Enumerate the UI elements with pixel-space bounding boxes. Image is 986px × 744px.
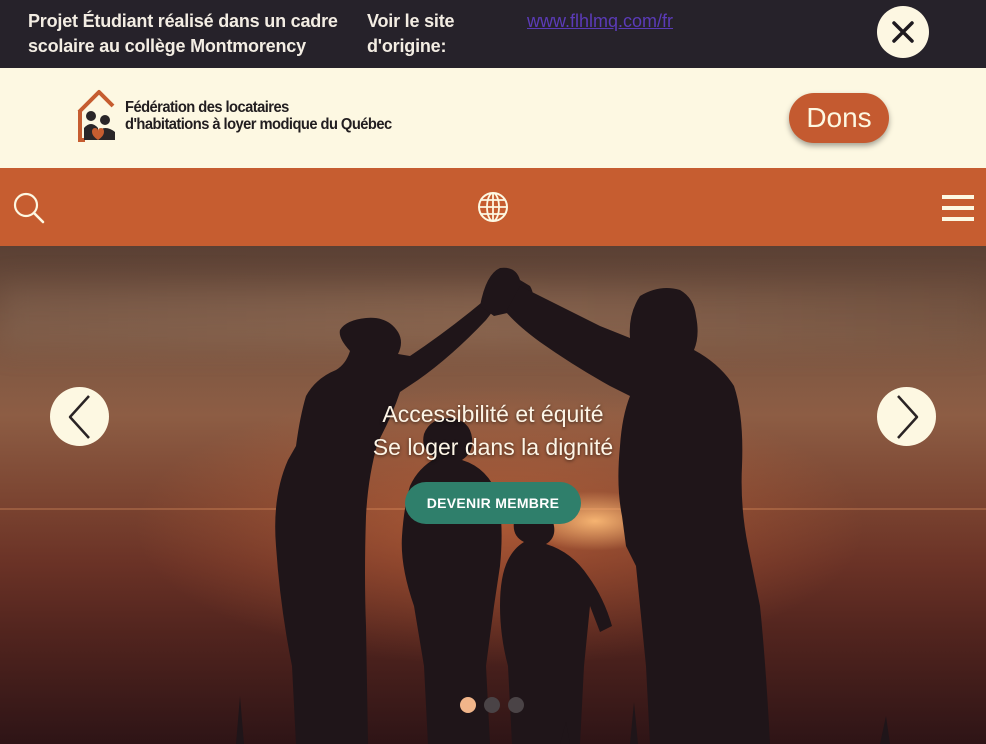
hero-title-line-2: Se loger dans la dignité — [372, 434, 614, 460]
donate-button[interactable]: Dons — [789, 93, 889, 143]
hero-title-line-1: Accessibilité et équité — [382, 401, 604, 427]
carousel-dots — [460, 697, 524, 713]
site-header: Fédération des locataires d'habitations … — [0, 68, 986, 168]
notice-bar: Projet Étudiant réalisé dans un cadre sc… — [0, 0, 986, 68]
logo-line-1: Fédération des locataires — [125, 99, 289, 116]
close-notice-button[interactable] — [877, 6, 929, 58]
hero-carousel: Accessibilité et équité Se loger dans la… — [0, 246, 986, 744]
hero-heading: Accessibilité et équité Se loger dans la… — [293, 398, 693, 464]
notice-text: Projet Étudiant réalisé dans un cadre sc… — [28, 11, 338, 56]
search-icon[interactable] — [12, 191, 46, 225]
chevron-left-icon — [68, 394, 90, 439]
notice-link-label: Voir le site d'origine: — [367, 11, 455, 56]
carousel-dot-2[interactable] — [484, 697, 500, 713]
chevron-right-icon — [896, 394, 918, 439]
close-icon — [892, 21, 914, 43]
nav-bar — [0, 168, 986, 246]
carousel-dot-1[interactable] — [460, 697, 476, 713]
house-family-logo-icon — [77, 90, 115, 142]
carousel-next-button[interactable] — [877, 387, 936, 446]
hamburger-menu-icon[interactable] — [942, 194, 974, 222]
globe-icon[interactable] — [477, 191, 509, 223]
site-logo[interactable]: Fédération des locataires d'habitations … — [75, 86, 435, 146]
origin-site-link[interactable]: www.flhlmq.com/fr — [527, 9, 673, 34]
carousel-prev-button[interactable] — [50, 387, 109, 446]
logo-line-2: d'habitations à loyer modique du Québec — [125, 116, 392, 133]
become-member-button[interactable]: DEVENIR MEMBRE — [405, 482, 581, 524]
carousel-dot-3[interactable] — [508, 697, 524, 713]
logo-wordmark: Fédération des locataires d'habitations … — [125, 99, 392, 133]
